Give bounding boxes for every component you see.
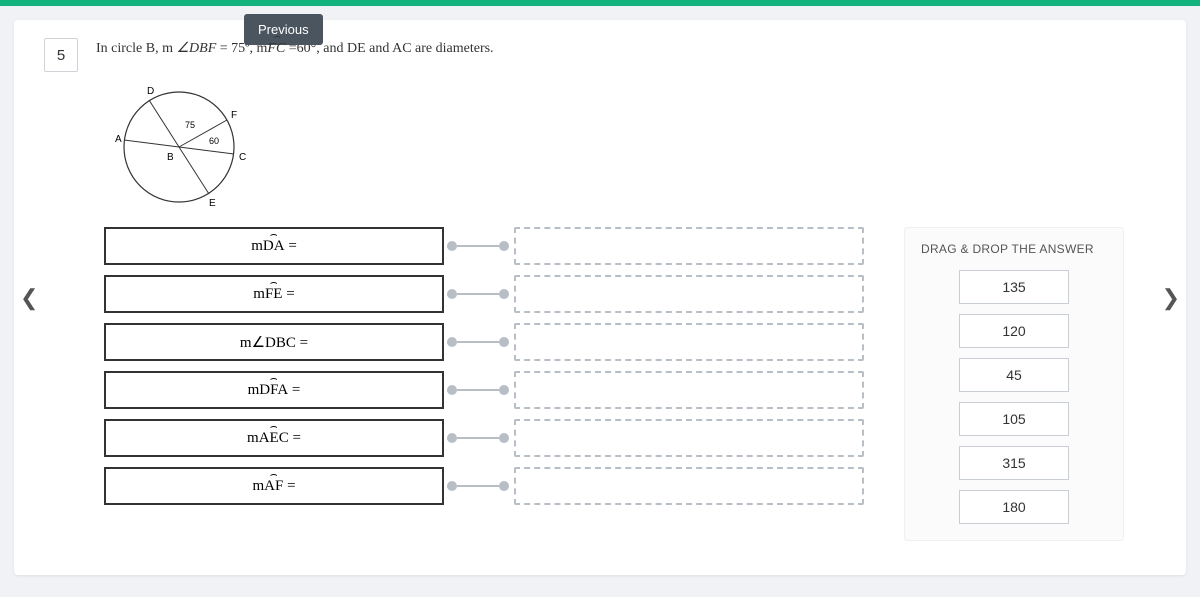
next-question-arrow[interactable]: ❯ [1154, 277, 1188, 319]
drop-target[interactable] [514, 467, 864, 505]
drop-targets-column [514, 227, 864, 515]
label-A: A [115, 134, 122, 145]
answer-chip[interactable]: 45 [959, 358, 1069, 392]
label-D: D [147, 86, 154, 97]
question-card: Previous ❮ ❯ 5 In circle B, m ∠DBF = 75º… [14, 20, 1186, 575]
answers-area: mDA = mFE = m∠DBC = mDFA = mAEC = mAF = … [44, 227, 1156, 541]
label-E: E [209, 198, 216, 209]
label-box-FE: mFE = [104, 275, 444, 313]
drop-target[interactable] [514, 275, 864, 313]
label-box-AEC: mAEC = [104, 419, 444, 457]
answer-chip[interactable]: 105 [959, 402, 1069, 436]
connector [444, 227, 514, 265]
drop-target[interactable] [514, 371, 864, 409]
qtext-angle1: ∠DBF [176, 41, 216, 56]
angle-60: 60 [209, 136, 219, 146]
answer-chip[interactable]: 120 [959, 314, 1069, 348]
panel-title: DRAG & DROP THE ANSWER [921, 242, 1107, 256]
connector [444, 467, 514, 505]
drop-target[interactable] [514, 227, 864, 265]
answer-chip[interactable]: 135 [959, 270, 1069, 304]
qtext-prefix: In circle B, m [96, 41, 176, 56]
drop-target[interactable] [514, 323, 864, 361]
label-C: C [239, 152, 246, 163]
prev-question-arrow[interactable]: ❮ [12, 277, 46, 319]
angle-75: 75 [185, 120, 195, 130]
label-box-DFA: mDFA = [104, 371, 444, 409]
label-box-DA: mDA = [104, 227, 444, 265]
label-box-DBC: m∠DBC = [104, 323, 444, 361]
answer-bank-panel: DRAG & DROP THE ANSWER 135 120 45 105 31… [904, 227, 1124, 541]
qtext-arc1: FC [267, 38, 285, 60]
top-accent-bar [0, 0, 1200, 6]
circle-diagram: D A F C E B 75 60 [109, 82, 1156, 217]
label-B: B [167, 152, 174, 163]
question-number: 5 [44, 38, 78, 72]
labels-column: mDA = mFE = m∠DBC = mDFA = mAEC = mAF = [104, 227, 444, 515]
connector [444, 275, 514, 313]
connector [444, 371, 514, 409]
connectors-column [444, 227, 514, 515]
answer-chip[interactable]: 315 [959, 446, 1069, 480]
label-F: F [231, 110, 237, 121]
label-box-AF: mAF = [104, 467, 444, 505]
drop-target[interactable] [514, 419, 864, 457]
connector [444, 323, 514, 361]
connector [444, 419, 514, 457]
answer-chip[interactable]: 180 [959, 490, 1069, 524]
